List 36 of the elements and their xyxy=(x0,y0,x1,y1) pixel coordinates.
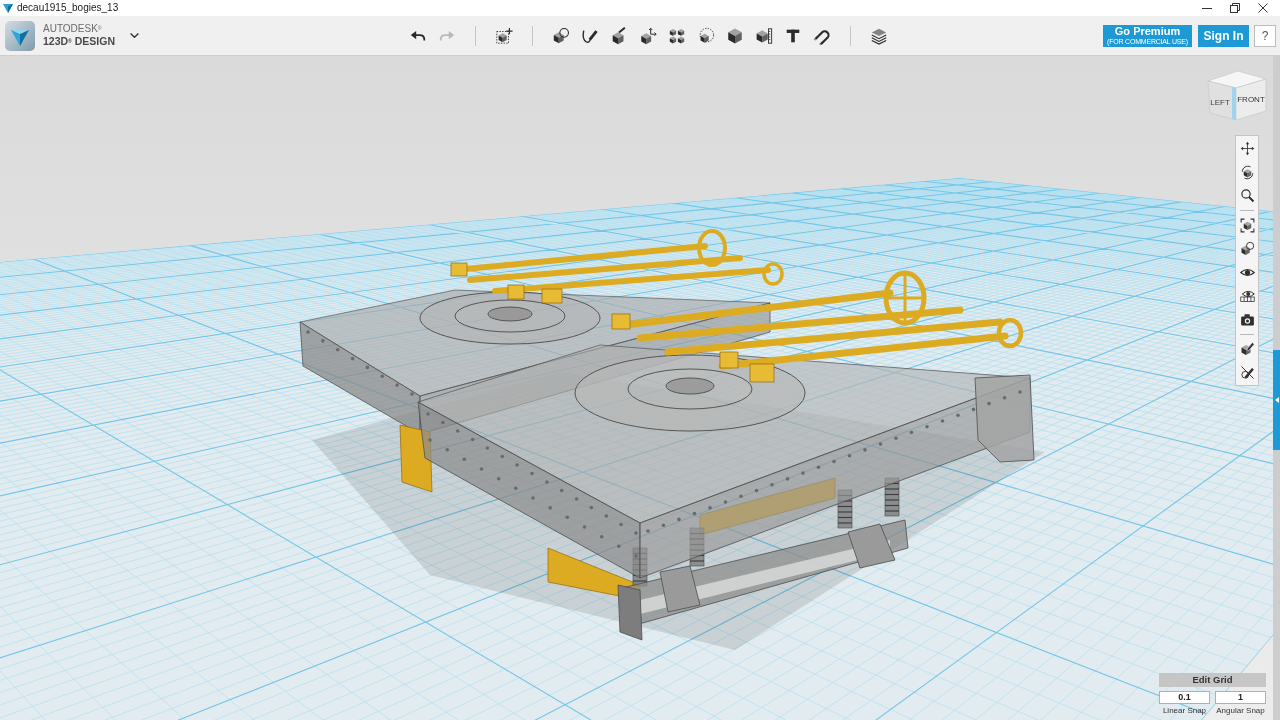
framed-cube-icon xyxy=(1239,217,1255,233)
field-label: Angular Snap xyxy=(1216,707,1265,715)
logo-icon xyxy=(5,20,35,51)
product-name: 123D$^{®}$ DESIGN xyxy=(43,36,116,47)
cube-face-label: LEFT xyxy=(1210,98,1230,107)
cube-arrows-icon xyxy=(638,26,657,45)
crossed-pencil-icon xyxy=(1239,364,1255,380)
move-arrows-icon xyxy=(1239,141,1255,157)
angular-snap-field[interactable]: 1 xyxy=(1215,691,1266,704)
minimize-icon xyxy=(1202,7,1212,9)
cube-sphere-icon xyxy=(551,26,570,45)
layers-stack-icon xyxy=(869,26,888,45)
linear-snap-field[interactable]: 0.1 xyxy=(1159,691,1210,704)
cube-icon xyxy=(725,26,744,45)
cube-face-label: FRONT xyxy=(1237,95,1265,104)
close-icon xyxy=(1258,3,1268,13)
camera-icon xyxy=(1239,311,1255,327)
framed-cube-plus-icon xyxy=(494,26,513,45)
cube-ruler-icon xyxy=(754,26,773,45)
restore-icon xyxy=(1230,3,1240,13)
help-button[interactable]: ? xyxy=(1254,24,1276,47)
brand-name: AUTODESK$^{®}$ xyxy=(43,24,103,35)
panel-toggle-button[interactable] xyxy=(1273,350,1280,450)
field-label: Linear Snap xyxy=(1162,707,1207,715)
orbit-cube-icon xyxy=(1239,164,1255,180)
edit-grid-button[interactable]: Edit Grid xyxy=(1159,673,1266,687)
caret-icon xyxy=(129,33,139,38)
cube-grid-icon xyxy=(667,26,686,45)
app-logo-icon xyxy=(3,3,13,13)
cube-sphere-icon xyxy=(1239,241,1255,257)
eye-grid-icon xyxy=(1239,288,1255,304)
magnifier-icon xyxy=(1239,188,1255,204)
arrow-left-icon xyxy=(1274,397,1279,403)
cube-pencil-icon xyxy=(1239,341,1255,357)
view-cube[interactable]: LEFT FRONT xyxy=(1207,70,1267,121)
window-title: decau1915_bogies_13 xyxy=(17,3,119,13)
